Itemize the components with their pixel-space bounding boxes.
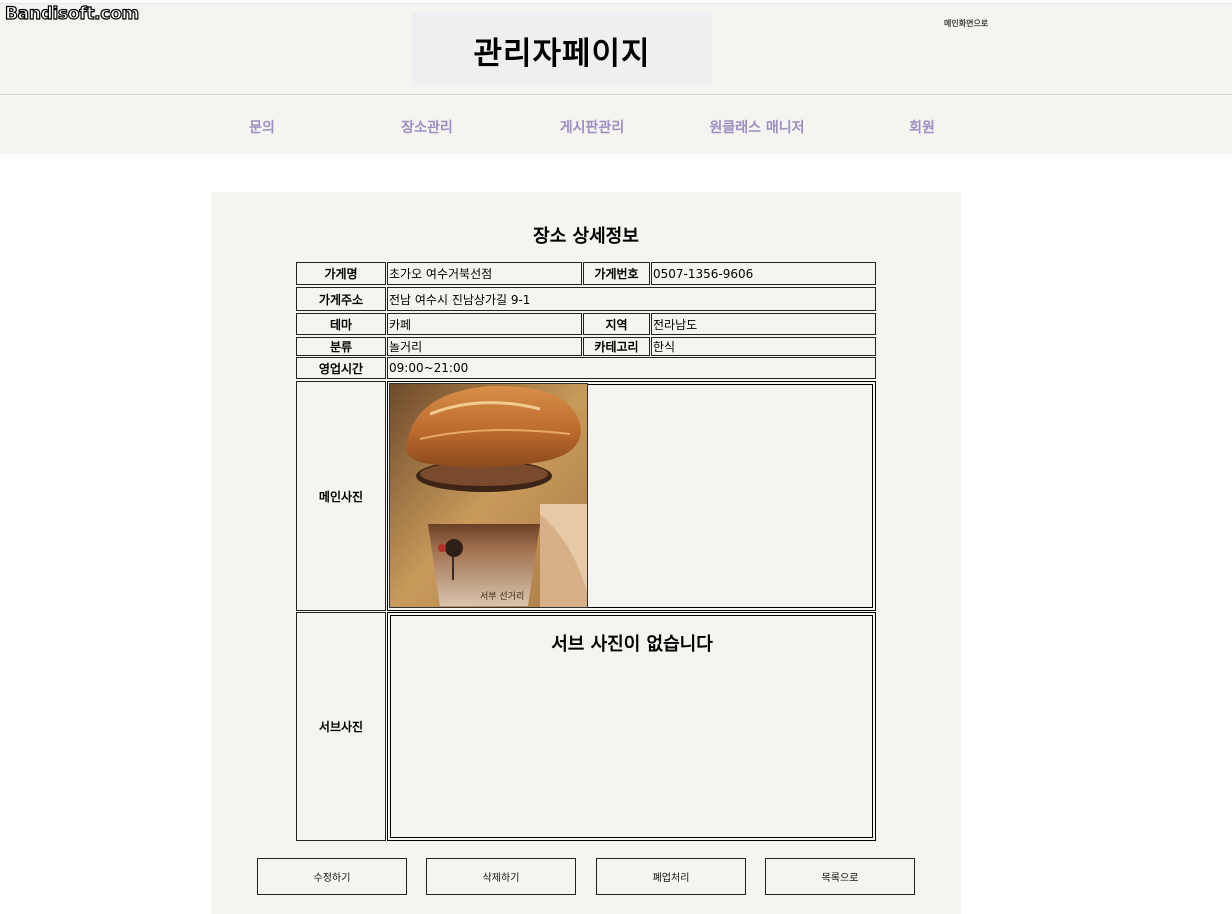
page-title-box: 관리자페이지: [412, 13, 712, 87]
svg-text:서부 선거리: 서부 선거리: [480, 591, 524, 602]
page-title: 관리자페이지: [473, 35, 651, 72]
phone-value: 0507-1356-9606: [651, 262, 876, 285]
nav-inquiry[interactable]: 문의: [249, 117, 275, 137]
site-header: 관리자페이지 메인화면으로: [0, 3, 1232, 94]
region-value: 전라남도: [651, 313, 876, 335]
theme-label: 테마: [296, 313, 386, 335]
hours-label: 영업시간: [296, 357, 386, 379]
category-value: 한식: [651, 337, 876, 356]
address-value: 전남 여수시 진남상가길 9-1: [387, 287, 876, 311]
sub-photo-label: 서브사진: [296, 612, 386, 841]
theme-value: 카페: [387, 313, 582, 335]
close-business-button[interactable]: 폐업처리: [596, 858, 746, 895]
nav-members[interactable]: 회원: [909, 117, 935, 137]
category-label: 카테고리: [583, 337, 650, 356]
main-photo-label: 메인사진: [296, 381, 386, 611]
nav-board-management[interactable]: 게시판관리: [560, 117, 624, 137]
class-value: 놀거리: [387, 337, 582, 356]
hours-value: 09:00~21:00: [387, 357, 876, 379]
address-label: 가게주소: [296, 287, 386, 311]
nav-oneclass-manager[interactable]: 원클래스 매니저: [709, 117, 804, 137]
phone-label: 가게번호: [583, 262, 650, 285]
main-photo-image: 서부 선거리: [389, 383, 588, 608]
no-sub-photo-message: 서브 사진이 없습니다: [551, 634, 713, 655]
class-label: 분류: [296, 337, 386, 356]
detail-title: 장소 상세정보: [533, 226, 639, 247]
bandisoft-watermark: Bandisoft.com: [4, 3, 139, 24]
back-to-list-button[interactable]: 목록으로: [765, 858, 915, 895]
delete-button[interactable]: 삭제하기: [426, 858, 576, 895]
store-name-value: 초가오 여수거북선점: [387, 262, 582, 285]
nav-place-management[interactable]: 장소관리: [401, 117, 453, 137]
admin-nav: 문의 장소관리 게시판관리 원클래스 매니저 회원: [0, 94, 1232, 154]
region-label: 지역: [583, 313, 650, 335]
main-page-link[interactable]: 메인화면으로: [944, 18, 988, 29]
store-name-label: 가게명: [296, 262, 386, 285]
edit-button[interactable]: 수정하기: [257, 858, 407, 895]
